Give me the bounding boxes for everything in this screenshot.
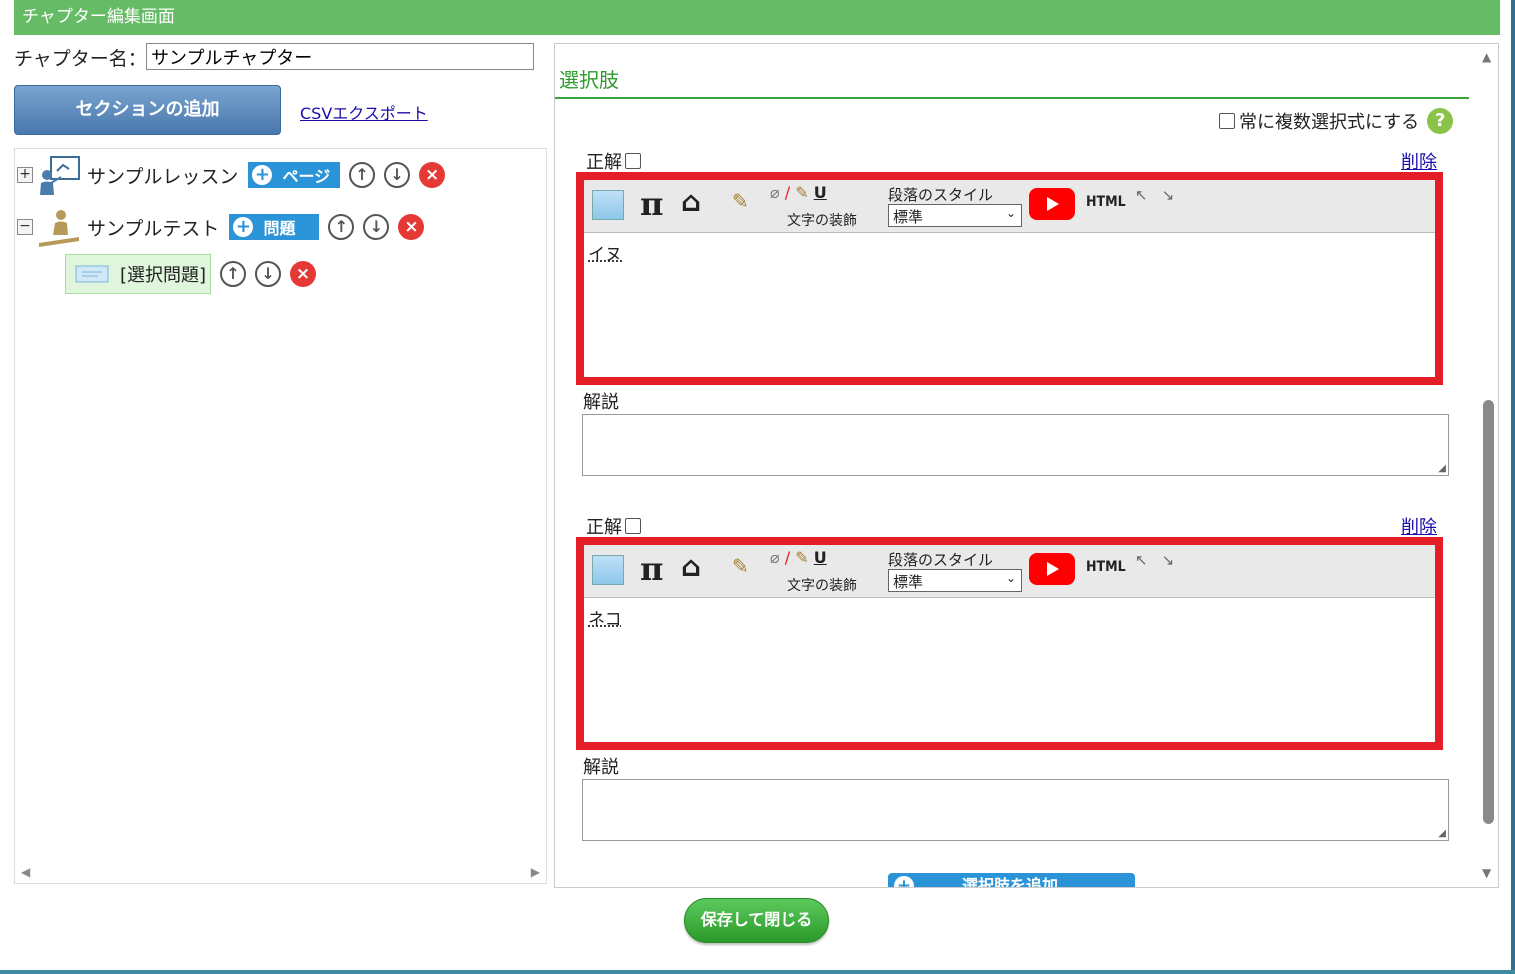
section-divider <box>555 97 1469 99</box>
section-tree: + サンプルレッスン + ページ ↑ ↓ × − サンプルテスト + 問題 ↑ … <box>14 148 547 884</box>
format-brush-icon[interactable]: ✎ <box>732 554 749 578</box>
correct-label: 正解 <box>586 517 622 538</box>
choice-text-editor: π ⌂ ✎ ⌀ / ✎ U 文字の装飾 段落のスタイル 標準 ⌄ HTML ↖↘… <box>576 537 1443 750</box>
chapter-name-input[interactable] <box>146 43 534 70</box>
text-decoration-label: 文字の装飾 <box>787 578 857 594</box>
tree-node-label[interactable]: サンプルテスト <box>87 214 219 241</box>
add-section-button[interactable]: セクションの追加 <box>14 85 281 135</box>
delete-choice-link[interactable]: 削除 <box>1401 148 1437 174</box>
choice-text-editor: π ⌂ ✎ ⌀ / ✎ U 文字の装飾 段落のスタイル 標準 ⌄ HTML ↖↘… <box>576 172 1443 385</box>
add-question-button[interactable]: + 問題 <box>229 214 320 240</box>
eraser-shape-icon[interactable]: ⌂ <box>681 550 701 583</box>
window-title: チャプター編集画面 <box>14 0 1500 35</box>
text-decoration-label: 文字の装飾 <box>787 213 857 229</box>
add-choice-label: 選択肢を追加 <box>962 876 1059 888</box>
insert-image-icon[interactable] <box>592 555 624 585</box>
correct-label: 正解 <box>586 152 622 173</box>
collapse-toggle[interactable]: − <box>17 219 33 235</box>
text-decoration-icons[interactable]: ⌀ / ✎ U <box>770 548 827 567</box>
question-card-icon <box>75 265 109 283</box>
choice-text-content[interactable]: ネコ <box>588 605 622 630</box>
move-up-icon[interactable]: ↑ <box>220 261 247 287</box>
paragraph-style-value: 標準 <box>893 208 924 226</box>
add-page-label: ページ <box>282 167 331 186</box>
html-source-button[interactable]: HTML <box>1086 194 1126 210</box>
youtube-icon[interactable] <box>1029 553 1075 585</box>
paragraph-style-label: 段落のスタイル <box>888 186 994 204</box>
expand-toggle[interactable]: + <box>17 167 33 183</box>
add-choice-button[interactable]: + 選択肢を追加 <box>888 873 1135 888</box>
paragraph-style-value: 標準 <box>893 573 924 591</box>
resize-grip-icon[interactable]: ◢ <box>1438 463 1446 474</box>
add-page-button[interactable]: + ページ <box>248 162 341 188</box>
explanation-textarea[interactable]: ◢ <box>582 779 1449 841</box>
save-and-close-button[interactable]: 保存して閉じる <box>684 898 829 943</box>
paragraph-style-select[interactable]: 標準 ⌄ <box>888 204 1022 227</box>
move-down-icon[interactable]: ↓ <box>384 162 411 188</box>
correct-option: 正解 <box>586 513 645 539</box>
multi-select-checkbox[interactable] <box>1219 113 1235 129</box>
plus-icon: + <box>252 165 273 185</box>
resize-grip-icon[interactable]: ◢ <box>1438 828 1446 839</box>
add-question-label: 問題 <box>263 219 296 238</box>
window-bottom-border <box>0 970 1515 974</box>
paragraph-style-select[interactable]: 標準 ⌄ <box>888 569 1022 592</box>
explanation-textarea[interactable]: ◢ <box>582 414 1449 476</box>
chevron-down-icon: ⌄ <box>1005 571 1016 585</box>
chevron-down-icon: ⌄ <box>1005 206 1016 220</box>
delete-choice-link[interactable]: 削除 <box>1401 513 1437 539</box>
vertical-scrollbar[interactable]: ▲ ▼ <box>1477 44 1498 887</box>
eraser-shape-icon[interactable]: ⌂ <box>681 185 701 218</box>
tree-node-lesson: + サンプルレッスン + ページ ↑ ↓ × <box>17 155 446 195</box>
move-up-icon[interactable]: ↑ <box>349 162 376 188</box>
correct-option: 正解 <box>586 148 645 174</box>
explanation-label: 解説 <box>583 757 619 778</box>
scroll-down-icon[interactable]: ▼ <box>1482 866 1491 880</box>
csv-export-link[interactable]: CSVエクスポート <box>300 100 428 124</box>
math-formula-icon[interactable]: π <box>640 550 663 588</box>
chapter-name-label: チャプター名： <box>14 48 147 70</box>
correct-checkbox[interactable] <box>625 518 641 534</box>
explanation-label: 解説 <box>583 392 619 413</box>
editor-toolbar: π ⌂ ✎ ⌀ / ✎ U 文字の装飾 段落のスタイル 標準 ⌄ HTML ↖↘ <box>584 180 1435 233</box>
plus-icon: + <box>894 876 914 887</box>
delete-icon[interactable]: × <box>419 162 446 188</box>
plus-icon: + <box>233 217 254 237</box>
test-student-icon <box>39 210 79 247</box>
lesson-teacher-icon <box>40 156 80 195</box>
choice-text-content[interactable]: イヌ <box>588 240 622 265</box>
scroll-right-icon[interactable]: ▶ <box>531 865 540 879</box>
delete-icon[interactable]: × <box>398 214 425 240</box>
paragraph-style-label: 段落のスタイル <box>888 551 994 569</box>
html-source-button[interactable]: HTML <box>1086 559 1126 575</box>
selected-question-node[interactable]: [選択問題] <box>65 254 212 294</box>
tree-node-test: − サンプルテスト + 問題 ↑ ↓ × <box>17 207 425 247</box>
editor-toolbar: π ⌂ ✎ ⌀ / ✎ U 文字の装飾 段落のスタイル 標準 ⌄ HTML ↖↘ <box>584 545 1435 598</box>
resize-arrows-icon[interactable]: ↖↘ <box>1135 186 1188 204</box>
text-decoration-icons[interactable]: ⌀ / ✎ U <box>770 183 827 202</box>
tree-node-label[interactable]: サンプルレッスン <box>87 162 238 189</box>
delete-icon[interactable]: × <box>290 261 317 287</box>
youtube-icon[interactable] <box>1029 188 1075 220</box>
help-icon[interactable]: ? <box>1427 108 1454 134</box>
multi-select-option: 常に複数選択式にする ? <box>1219 108 1454 134</box>
format-brush-icon[interactable]: ✎ <box>732 189 749 213</box>
scroll-left-icon[interactable]: ◀ <box>21 865 30 879</box>
move-down-icon[interactable]: ↓ <box>255 261 282 287</box>
move-down-icon[interactable]: ↓ <box>363 214 390 240</box>
question-node-label: [選択問題] <box>120 265 207 286</box>
insert-image-icon[interactable] <box>592 190 624 220</box>
math-formula-icon[interactable]: π <box>640 185 663 223</box>
window-right-border <box>1511 0 1515 974</box>
resize-arrows-icon[interactable]: ↖↘ <box>1135 551 1188 569</box>
choices-section-title: 選択肢 <box>559 68 619 92</box>
tree-node-question: [選択問題] ↑ ↓ × <box>65 254 317 294</box>
horizontal-scrollbar[interactable]: ◀ ▶ <box>15 861 546 883</box>
scroll-up-icon[interactable]: ▲ <box>1482 50 1491 64</box>
choices-editor-panel: 選択肢 常に複数選択式にする ? 正解 削除 π ⌂ ✎ ⌀ / ✎ U 文字の… <box>554 43 1499 888</box>
correct-checkbox[interactable] <box>625 153 641 169</box>
move-up-icon[interactable]: ↑ <box>328 214 355 240</box>
multi-select-label: 常に複数選択式にする <box>1239 112 1420 133</box>
scrollbar-thumb[interactable] <box>1483 400 1494 824</box>
